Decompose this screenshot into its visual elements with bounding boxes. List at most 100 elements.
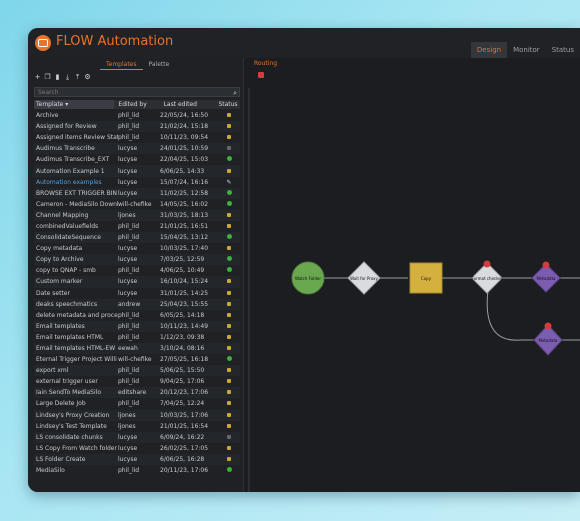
- table-row[interactable]: Custom marker lucyse 16/10/24, 15:24: [34, 276, 240, 288]
- row-edited-by: andrew: [118, 300, 141, 308]
- table-row[interactable]: Cameron - MediaSilo Downloadwill-chefike…: [34, 199, 240, 210]
- table-row[interactable]: Assigned items Review Stats phil_lid 10/11…: [34, 132, 240, 143]
- tab-palette[interactable]: Palette: [143, 60, 176, 70]
- row-last-edited: 20/12/23, 17:06: [160, 389, 209, 397]
- row-edited-by: lucyse: [118, 289, 138, 297]
- row-status: [220, 367, 238, 374]
- row-template-name: Email templates HTML-EW: [36, 345, 116, 353]
- settings-icon[interactable]: ⚙: [84, 74, 91, 81]
- row-status: [220, 389, 238, 396]
- table-row[interactable]: Large Delete Job phil_lid 7/04/25, 12:24: [34, 398, 240, 409]
- table-row[interactable]: Assigned for Review phil_lid 21/02/24, 15:…: [34, 121, 240, 133]
- metadata-node-2[interactable]: Metadata: [533, 322, 563, 356]
- row-last-edited: 31/01/25, 14:25: [160, 289, 209, 297]
- table-row[interactable]: Automation examples lucyse 15/07/24, 16:16…: [34, 177, 240, 188]
- metadata-node-1[interactable]: Metadata: [531, 261, 561, 293]
- table-row[interactable]: Eternal Trigger Project Willi will-chefik…: [34, 354, 240, 365]
- tab-design[interactable]: Design: [470, 42, 508, 58]
- table-row[interactable]: Email templates phil_lid 10/11/23, 14:49: [34, 320, 240, 332]
- lock-icon: [227, 113, 231, 118]
- status-inactive-icon: [227, 146, 231, 151]
- column-status[interactable]: Status: [218, 101, 240, 108]
- copy-node[interactable]: Copy: [409, 262, 443, 294]
- search-input[interactable]: Search ⌕: [34, 87, 240, 97]
- table-row[interactable]: external trigger user phil_lid 9/04/25, 17…: [34, 376, 240, 387]
- delete-icon[interactable]: ▮: [54, 74, 61, 81]
- table-row[interactable]: Channel Mapping ljones 31/03/25, 18:13: [34, 209, 240, 221]
- row-status: [220, 356, 238, 363]
- table-row[interactable]: Audimus Transcribe_EXT lucyse 22/04/25, 15…: [34, 154, 240, 165]
- wait-for-proxy-node[interactable]: Wait for Proxy: [347, 261, 381, 295]
- row-edited-by: lucyse: [118, 444, 138, 452]
- row-template-name: combinedValuefields: [36, 222, 99, 230]
- table-row[interactable]: copy to QNAP - smb phil_lid 4/06/25, 10:49: [34, 265, 240, 276]
- watch-folder-node[interactable]: Watch Folder: [291, 261, 325, 295]
- metadata2-error-icon: [544, 322, 552, 330]
- row-template-name: LS Copy From Watch folder: [36, 444, 117, 452]
- table-row[interactable]: Copy to Archive lucyse 7/03/25, 12:59: [34, 254, 240, 266]
- row-last-edited: 15/07/24, 16:16: [160, 178, 209, 186]
- lock-icon: [227, 312, 231, 317]
- upload-icon[interactable]: ⤒: [74, 74, 81, 81]
- edge-format-meta2: [486, 289, 534, 341]
- row-last-edited: 6/05/25, 14:18: [160, 311, 205, 319]
- row-edited-by: will-chefike: [118, 356, 152, 364]
- metadata1-error-icon: [542, 261, 550, 269]
- row-status: [220, 168, 238, 175]
- table-row[interactable]: Copy metadata lucyse 10/03/25, 17:40: [34, 243, 240, 254]
- lock-icon: [227, 290, 231, 295]
- table-row[interactable]: Lindsey's Test Template ljones 21/01/25, 1…: [34, 421, 240, 432]
- column-last-edited[interactable]: Last edited: [160, 101, 219, 108]
- duplicate-icon[interactable]: ❐: [44, 74, 51, 81]
- format-checker-label: Format checker: [471, 276, 502, 281]
- table-row[interactable]: LS Copy From Watch folder lucyse 26/02/25,…: [34, 443, 240, 454]
- download-icon[interactable]: ⤓: [64, 74, 71, 81]
- table-row[interactable]: deaks speechmatics andrew 25/04/23, 15:55: [34, 298, 240, 310]
- table-row[interactable]: ConsolidateSequence phil_lid 15/04/25, 13:…: [34, 232, 240, 244]
- row-last-edited: 10/11/23, 14:49: [160, 322, 209, 330]
- table-row[interactable]: combinedValuefields phil_lid 21/01/25, 16:…: [34, 221, 240, 232]
- row-template-name: Iain SendTo MediaSilo: [36, 389, 101, 397]
- workflow-canvas[interactable]: Routing Watch Folder Wait for Proxy Copy…: [250, 58, 580, 492]
- column-edited-by[interactable]: Edited by: [114, 101, 159, 108]
- table-row[interactable]: Date setter lucyse 31/01/25, 14:25: [34, 288, 240, 299]
- row-edited-by: phil_lid: [118, 400, 140, 408]
- app-title: FLOW Automation: [56, 34, 174, 49]
- table-row[interactable]: Automation Example 1 lucyse 6/06/25, 14:33: [34, 165, 240, 177]
- table-row[interactable]: Email templates HTML-EW eewah 3/10/24, 08:…: [34, 342, 240, 355]
- row-template-name: Assigned items Review Stats: [36, 134, 118, 142]
- table-row[interactable]: Lindsey's Proxy Creation ljones 10/03/25, …: [34, 409, 240, 421]
- format-error-icon: [483, 260, 491, 268]
- table-row[interactable]: BROWSE EXT TRIGGER BIN Xlucyse 11/02/25, …: [34, 187, 240, 199]
- row-template-name: Assigned for Review: [36, 123, 97, 131]
- table-row[interactable]: Email templates HTML phil_lid 1/12/23, 09:…: [34, 332, 240, 343]
- tab-status[interactable]: Status: [546, 42, 580, 58]
- format-checker-node[interactable]: Format checker: [471, 260, 503, 294]
- column-template[interactable]: Template ▾: [34, 100, 115, 109]
- table-row[interactable]: MediaSilo phil_lid 20/11/23, 17:06: [34, 465, 240, 476]
- table-row[interactable]: Archive phil_lid 22/05/24, 16:50: [34, 110, 240, 121]
- table-row[interactable]: Audimus Transcribe lucyse 24/01/25, 10:59: [34, 143, 240, 155]
- row-edited-by: will-chefike: [118, 200, 152, 208]
- row-edited-by: phil_lid: [118, 222, 140, 230]
- table-row[interactable]: delete metadata and process phil_lid 6/05/…: [34, 310, 240, 321]
- row-status: [220, 301, 238, 308]
- status-active-icon: [226, 467, 232, 473]
- table-row[interactable]: LS Folder Create lucyse 6/06/25, 16:28: [34, 453, 240, 465]
- table-row[interactable]: Iain SendTo MediaSilo editshare 20/12/23, …: [34, 387, 240, 399]
- lock-icon: [227, 412, 231, 417]
- tab-monitor[interactable]: Monitor: [507, 42, 546, 58]
- table-row[interactable]: LS consolidate chunks lucyse 6/09/24, 16:2…: [34, 431, 240, 443]
- row-status: [220, 445, 238, 452]
- table-row[interactable]: export xml phil_lid 5/06/25, 15:50: [34, 365, 240, 377]
- tab-templates[interactable]: Templates: [100, 60, 143, 70]
- row-last-edited: 24/01/25, 10:59: [160, 145, 209, 153]
- row-template-name: Archive: [36, 112, 59, 120]
- search-icon[interactable]: ⌕: [233, 88, 237, 98]
- add-icon[interactable]: +: [34, 74, 41, 81]
- row-template-name: copy to QNAP - smb: [36, 267, 96, 275]
- row-edited-by: lucyse: [118, 278, 138, 286]
- lock-icon: [227, 212, 231, 217]
- row-status: [220, 334, 238, 341]
- row-last-edited: 15/04/25, 13:12: [160, 234, 209, 242]
